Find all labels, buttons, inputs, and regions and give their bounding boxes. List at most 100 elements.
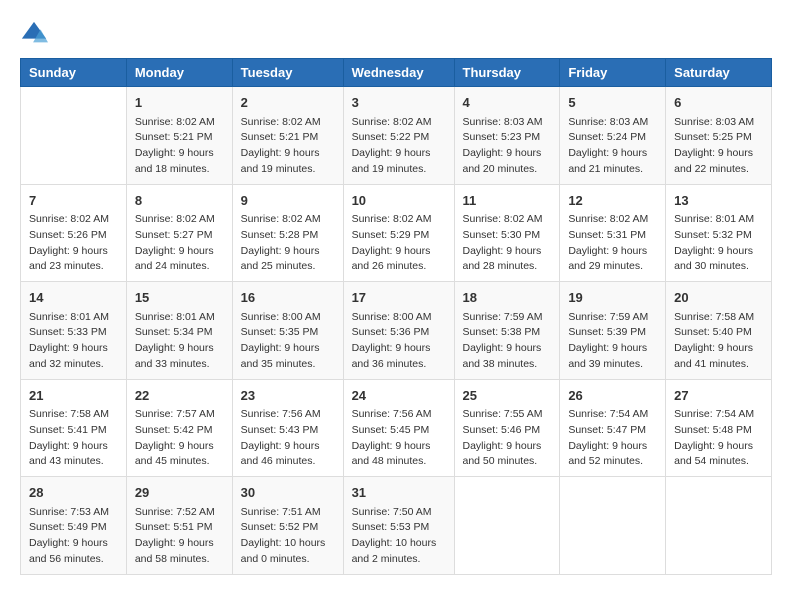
day-number: 16	[241, 288, 335, 308]
calendar-week-row: 28Sunrise: 7:53 AMSunset: 5:49 PMDayligh…	[21, 477, 772, 575]
cell-content: Sunrise: 8:02 AMSunset: 5:30 PMDaylight:…	[463, 212, 552, 275]
day-number: 2	[241, 93, 335, 113]
day-number: 27	[674, 386, 763, 406]
calendar-cell: 25Sunrise: 7:55 AMSunset: 5:46 PMDayligh…	[454, 379, 560, 477]
calendar-cell: 21Sunrise: 7:58 AMSunset: 5:41 PMDayligh…	[21, 379, 127, 477]
cell-content: Sunrise: 7:54 AMSunset: 5:47 PMDaylight:…	[568, 407, 657, 470]
cell-content: Sunrise: 8:03 AMSunset: 5:25 PMDaylight:…	[674, 115, 763, 178]
cell-content: Sunrise: 8:00 AMSunset: 5:35 PMDaylight:…	[241, 310, 335, 373]
day-number: 25	[463, 386, 552, 406]
cell-content: Sunrise: 8:01 AMSunset: 5:34 PMDaylight:…	[135, 310, 224, 373]
cell-content: Sunrise: 8:00 AMSunset: 5:36 PMDaylight:…	[352, 310, 446, 373]
calendar-week-row: 21Sunrise: 7:58 AMSunset: 5:41 PMDayligh…	[21, 379, 772, 477]
day-number: 12	[568, 191, 657, 211]
calendar-week-row: 1Sunrise: 8:02 AMSunset: 5:21 PMDaylight…	[21, 87, 772, 185]
cell-content: Sunrise: 8:02 AMSunset: 5:31 PMDaylight:…	[568, 212, 657, 275]
cell-content: Sunrise: 7:58 AMSunset: 5:41 PMDaylight:…	[29, 407, 118, 470]
calendar-cell: 10Sunrise: 8:02 AMSunset: 5:29 PMDayligh…	[343, 184, 454, 282]
calendar-week-row: 14Sunrise: 8:01 AMSunset: 5:33 PMDayligh…	[21, 282, 772, 380]
cell-content: Sunrise: 7:55 AMSunset: 5:46 PMDaylight:…	[463, 407, 552, 470]
calendar-cell: 18Sunrise: 7:59 AMSunset: 5:38 PMDayligh…	[454, 282, 560, 380]
calendar-cell: 4Sunrise: 8:03 AMSunset: 5:23 PMDaylight…	[454, 87, 560, 185]
day-number: 19	[568, 288, 657, 308]
calendar-cell: 16Sunrise: 8:00 AMSunset: 5:35 PMDayligh…	[232, 282, 343, 380]
day-number: 4	[463, 93, 552, 113]
day-number: 23	[241, 386, 335, 406]
calendar-cell: 19Sunrise: 7:59 AMSunset: 5:39 PMDayligh…	[560, 282, 666, 380]
cell-content: Sunrise: 8:02 AMSunset: 5:21 PMDaylight:…	[241, 115, 335, 178]
calendar-cell: 6Sunrise: 8:03 AMSunset: 5:25 PMDaylight…	[666, 87, 772, 185]
cell-content: Sunrise: 8:02 AMSunset: 5:22 PMDaylight:…	[352, 115, 446, 178]
day-header-tuesday: Tuesday	[232, 59, 343, 87]
calendar-cell: 13Sunrise: 8:01 AMSunset: 5:32 PMDayligh…	[666, 184, 772, 282]
calendar-cell: 26Sunrise: 7:54 AMSunset: 5:47 PMDayligh…	[560, 379, 666, 477]
cell-content: Sunrise: 8:02 AMSunset: 5:26 PMDaylight:…	[29, 212, 118, 275]
calendar-cell: 8Sunrise: 8:02 AMSunset: 5:27 PMDaylight…	[126, 184, 232, 282]
calendar-cell: 5Sunrise: 8:03 AMSunset: 5:24 PMDaylight…	[560, 87, 666, 185]
cell-content: Sunrise: 7:53 AMSunset: 5:49 PMDaylight:…	[29, 505, 118, 568]
cell-content: Sunrise: 7:56 AMSunset: 5:43 PMDaylight:…	[241, 407, 335, 470]
day-number: 31	[352, 483, 446, 503]
cell-content: Sunrise: 7:51 AMSunset: 5:52 PMDaylight:…	[241, 505, 335, 568]
logo-icon	[20, 20, 48, 48]
calendar-cell: 27Sunrise: 7:54 AMSunset: 5:48 PMDayligh…	[666, 379, 772, 477]
day-number: 26	[568, 386, 657, 406]
calendar-cell: 28Sunrise: 7:53 AMSunset: 5:49 PMDayligh…	[21, 477, 127, 575]
calendar-cell: 23Sunrise: 7:56 AMSunset: 5:43 PMDayligh…	[232, 379, 343, 477]
calendar-cell: 11Sunrise: 8:02 AMSunset: 5:30 PMDayligh…	[454, 184, 560, 282]
cell-content: Sunrise: 8:02 AMSunset: 5:27 PMDaylight:…	[135, 212, 224, 275]
cell-content: Sunrise: 7:59 AMSunset: 5:38 PMDaylight:…	[463, 310, 552, 373]
calendar-cell: 17Sunrise: 8:00 AMSunset: 5:36 PMDayligh…	[343, 282, 454, 380]
day-number: 9	[241, 191, 335, 211]
cell-content: Sunrise: 8:03 AMSunset: 5:23 PMDaylight:…	[463, 115, 552, 178]
cell-content: Sunrise: 7:59 AMSunset: 5:39 PMDaylight:…	[568, 310, 657, 373]
cell-content: Sunrise: 8:03 AMSunset: 5:24 PMDaylight:…	[568, 115, 657, 178]
calendar-cell	[666, 477, 772, 575]
day-header-friday: Friday	[560, 59, 666, 87]
calendar-cell: 15Sunrise: 8:01 AMSunset: 5:34 PMDayligh…	[126, 282, 232, 380]
calendar-cell: 24Sunrise: 7:56 AMSunset: 5:45 PMDayligh…	[343, 379, 454, 477]
cell-content: Sunrise: 8:01 AMSunset: 5:33 PMDaylight:…	[29, 310, 118, 373]
calendar-cell	[21, 87, 127, 185]
day-number: 10	[352, 191, 446, 211]
calendar-week-row: 7Sunrise: 8:02 AMSunset: 5:26 PMDaylight…	[21, 184, 772, 282]
cell-content: Sunrise: 7:56 AMSunset: 5:45 PMDaylight:…	[352, 407, 446, 470]
day-header-saturday: Saturday	[666, 59, 772, 87]
cell-content: Sunrise: 8:02 AMSunset: 5:21 PMDaylight:…	[135, 115, 224, 178]
calendar-cell: 3Sunrise: 8:02 AMSunset: 5:22 PMDaylight…	[343, 87, 454, 185]
header	[20, 20, 772, 48]
cell-content: Sunrise: 7:58 AMSunset: 5:40 PMDaylight:…	[674, 310, 763, 373]
calendar-cell: 7Sunrise: 8:02 AMSunset: 5:26 PMDaylight…	[21, 184, 127, 282]
calendar-cell: 20Sunrise: 7:58 AMSunset: 5:40 PMDayligh…	[666, 282, 772, 380]
day-number: 11	[463, 191, 552, 211]
calendar-cell: 9Sunrise: 8:02 AMSunset: 5:28 PMDaylight…	[232, 184, 343, 282]
calendar-cell	[560, 477, 666, 575]
cell-content: Sunrise: 7:52 AMSunset: 5:51 PMDaylight:…	[135, 505, 224, 568]
day-number: 7	[29, 191, 118, 211]
day-number: 6	[674, 93, 763, 113]
day-number: 20	[674, 288, 763, 308]
calendar-cell: 30Sunrise: 7:51 AMSunset: 5:52 PMDayligh…	[232, 477, 343, 575]
day-number: 8	[135, 191, 224, 211]
day-header-sunday: Sunday	[21, 59, 127, 87]
calendar-cell: 14Sunrise: 8:01 AMSunset: 5:33 PMDayligh…	[21, 282, 127, 380]
day-number: 14	[29, 288, 118, 308]
day-number: 1	[135, 93, 224, 113]
day-number: 22	[135, 386, 224, 406]
calendar-cell	[454, 477, 560, 575]
day-header-thursday: Thursday	[454, 59, 560, 87]
calendar-cell: 31Sunrise: 7:50 AMSunset: 5:53 PMDayligh…	[343, 477, 454, 575]
day-number: 29	[135, 483, 224, 503]
cell-content: Sunrise: 7:54 AMSunset: 5:48 PMDaylight:…	[674, 407, 763, 470]
day-number: 28	[29, 483, 118, 503]
cell-content: Sunrise: 8:02 AMSunset: 5:29 PMDaylight:…	[352, 212, 446, 275]
calendar-cell: 22Sunrise: 7:57 AMSunset: 5:42 PMDayligh…	[126, 379, 232, 477]
cell-content: Sunrise: 8:01 AMSunset: 5:32 PMDaylight:…	[674, 212, 763, 275]
day-number: 18	[463, 288, 552, 308]
day-number: 30	[241, 483, 335, 503]
day-number: 5	[568, 93, 657, 113]
day-number: 24	[352, 386, 446, 406]
day-number: 13	[674, 191, 763, 211]
calendar-table: SundayMondayTuesdayWednesdayThursdayFrid…	[20, 58, 772, 575]
day-number: 21	[29, 386, 118, 406]
